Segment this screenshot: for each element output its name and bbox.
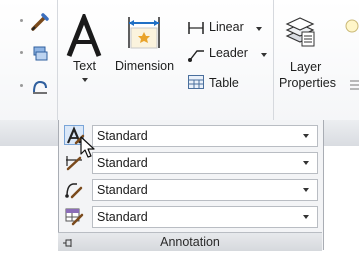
multileader-style-value: Standard <box>97 183 148 197</box>
block-stack-icon[interactable] <box>30 44 50 64</box>
dimension-style-caret[interactable] <box>303 161 309 165</box>
multileader-style-icon[interactable] <box>64 179 84 199</box>
table-style-icon[interactable] <box>64 206 84 226</box>
layer-properties-icon <box>283 14 317 48</box>
dimension-style-value: Standard <box>97 156 148 170</box>
annotation-panel-title: Annotation <box>160 235 220 249</box>
table-style-combo[interactable]: Standard <box>92 206 318 228</box>
leader-dropdown-caret[interactable] <box>261 53 267 57</box>
dimension-icon <box>124 14 164 54</box>
light-bulb-icon[interactable] <box>342 18 359 38</box>
dimension-button[interactable]: Dimension <box>112 14 182 84</box>
left-dot-2 <box>20 51 23 54</box>
table-button[interactable]: Table <box>185 72 255 92</box>
leader-icon <box>187 46 205 62</box>
text-button[interactable]: Text <box>62 11 108 94</box>
separator-right <box>273 0 274 120</box>
text-style-combo[interactable]: Standard <box>92 125 318 147</box>
edit-shape-icon[interactable] <box>30 76 50 96</box>
layer-properties-button[interactable]: Layer Properties <box>276 14 346 94</box>
linear-button[interactable]: Linear <box>185 18 267 38</box>
left-dot-3 <box>20 84 23 87</box>
layer-list-icon[interactable] <box>350 78 359 92</box>
linear-dimension-icon <box>187 20 205 36</box>
text-dropdown-caret[interactable] <box>82 78 88 82</box>
table-style-caret[interactable] <box>303 215 309 219</box>
linear-dropdown-caret[interactable] <box>256 27 262 31</box>
text-large-a-icon <box>64 11 104 58</box>
linear-label: Linear <box>209 20 244 34</box>
dimension-button-label: Dimension <box>115 59 175 73</box>
left-dot-1 <box>20 19 23 22</box>
layer-properties-label-line1: Layer <box>290 60 322 74</box>
text-button-label: Text <box>73 59 96 73</box>
table-style-value: Standard <box>97 210 148 224</box>
table-label: Table <box>209 76 239 90</box>
multileader-style-combo[interactable]: Standard <box>92 179 318 201</box>
pencil-icon[interactable] <box>30 12 50 32</box>
table-icon <box>187 74 205 90</box>
left-tool-strip <box>20 8 54 108</box>
text-style-value: Standard <box>97 129 148 143</box>
layer-properties-label-line2: Properties <box>279 76 336 90</box>
text-style-caret[interactable] <box>303 134 309 138</box>
multileader-style-caret[interactable] <box>303 188 309 192</box>
leader-button[interactable]: Leader <box>185 44 267 64</box>
dimension-style-icon[interactable] <box>64 152 84 172</box>
leader-label: Leader <box>209 46 248 60</box>
annotation-panel-footer[interactable]: Annotation <box>58 232 322 251</box>
separator-left <box>57 0 58 120</box>
dimension-style-combo[interactable]: Standard <box>92 152 318 174</box>
